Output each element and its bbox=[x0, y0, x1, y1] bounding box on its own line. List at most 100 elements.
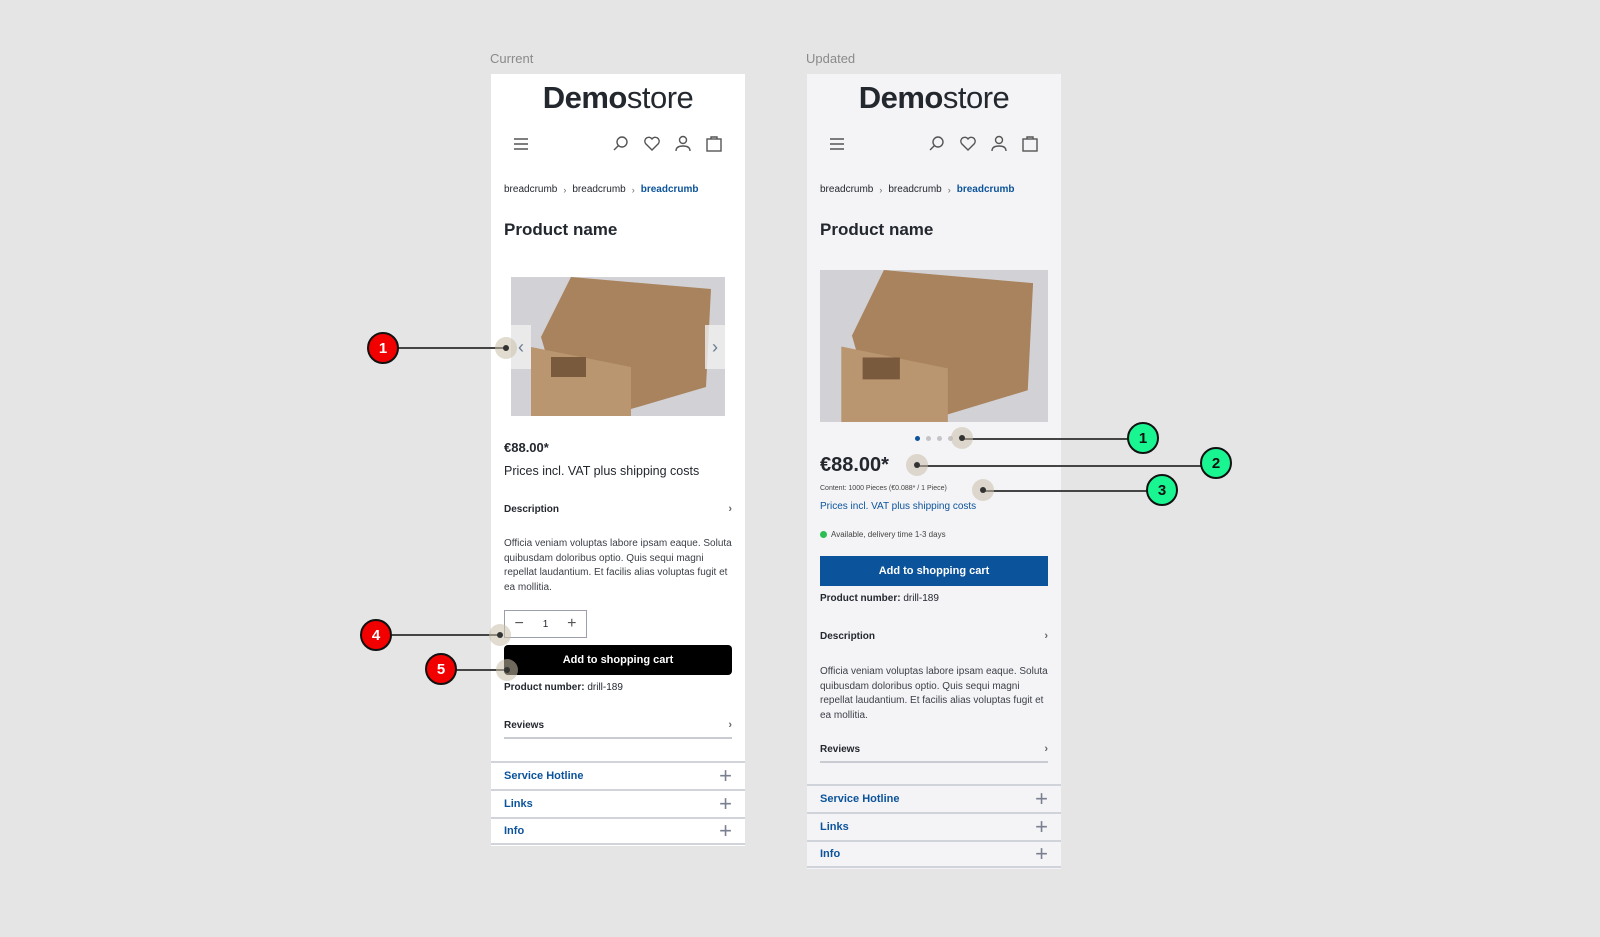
plus-icon: + bbox=[1035, 786, 1048, 811]
gallery-dot-active[interactable] bbox=[915, 436, 920, 441]
updated-mockup: Demostore breadcrumb › breadcrumb › breadc… bbox=[807, 74, 1061, 869]
logo-bold: Demo bbox=[542, 80, 628, 115]
menu-icon[interactable] bbox=[827, 134, 847, 154]
breadcrumb-item[interactable]: breadcrumb bbox=[888, 184, 941, 195]
breadcrumb-item[interactable]: breadcrumb bbox=[820, 184, 873, 195]
description-text: Officia veniam voluptas labore ipsam eaq… bbox=[820, 666, 1048, 721]
description-text: Officia veniam voluptas labore ipsam eaq… bbox=[504, 538, 732, 593]
callout-current-4: 4 bbox=[360, 619, 392, 651]
plus-icon: + bbox=[719, 763, 732, 788]
footer-info[interactable]: Info + bbox=[491, 817, 745, 845]
paper-bag-image bbox=[511, 277, 725, 416]
breadcrumb-item-active[interactable]: breadcrumb bbox=[641, 184, 699, 195]
callout-line bbox=[392, 634, 500, 636]
chevron-right-icon: › bbox=[1044, 743, 1048, 755]
chevron-right-icon: › bbox=[947, 184, 951, 195]
footer-label: Info bbox=[820, 848, 841, 860]
logo-light: store bbox=[942, 80, 1010, 115]
user-icon[interactable] bbox=[989, 134, 1009, 154]
product-number-value: drill-189 bbox=[903, 593, 939, 604]
menu-icon[interactable] bbox=[511, 134, 531, 154]
breadcrumb: breadcrumb › breadcrumb › breadcrumb bbox=[807, 184, 1061, 195]
footer-label: Service Hotline bbox=[504, 770, 584, 782]
current-mockup: Demostore breadcrumb › breadcrumb › breadc… bbox=[491, 74, 745, 846]
minus-icon[interactable]: − bbox=[514, 615, 523, 633]
breadcrumb: breadcrumb › breadcrumb › breadcrumb bbox=[491, 184, 745, 195]
description-label: Description bbox=[504, 503, 560, 515]
breadcrumb-item[interactable]: breadcrumb bbox=[504, 184, 557, 195]
add-to-cart-button[interactable]: Add to shopping cart bbox=[820, 556, 1048, 586]
quantity-value[interactable]: 1 bbox=[543, 619, 549, 630]
footer-label: Links bbox=[820, 821, 849, 833]
store-logo[interactable]: Demostore bbox=[491, 80, 745, 116]
reviews-label: Reviews bbox=[504, 719, 545, 731]
gallery-dot[interactable] bbox=[937, 436, 942, 441]
product-number-label: Product number: bbox=[504, 682, 585, 693]
store-logo[interactable]: Demostore bbox=[807, 80, 1061, 116]
callout-updated-3: 3 bbox=[1146, 474, 1178, 506]
callout-current-1: 1 bbox=[367, 332, 399, 364]
breadcrumb-item[interactable]: breadcrumb bbox=[572, 184, 625, 195]
callout-current-5: 5 bbox=[425, 653, 457, 685]
chevron-right-icon: › bbox=[712, 336, 718, 357]
product-number: Product number: drill-189 bbox=[820, 593, 1048, 604]
logo-light: store bbox=[626, 80, 694, 115]
gallery-dot[interactable] bbox=[926, 436, 931, 441]
chevron-right-icon: › bbox=[563, 184, 567, 195]
plus-icon: + bbox=[719, 791, 732, 816]
breadcrumb-item-active[interactable]: breadcrumb bbox=[957, 184, 1015, 195]
plus-icon: + bbox=[1035, 814, 1048, 839]
vat-note[interactable]: Prices incl. VAT plus shipping costs bbox=[820, 501, 1048, 512]
footer-service-hotline[interactable]: Service Hotline + bbox=[807, 784, 1061, 812]
footer-label: Links bbox=[504, 798, 533, 810]
paper-bag-image bbox=[820, 270, 1048, 422]
frame-label-current: Current bbox=[490, 51, 534, 66]
callout-anchor bbox=[906, 454, 928, 476]
description-label: Description bbox=[820, 630, 876, 642]
product-number-label: Product number: bbox=[820, 593, 901, 604]
availability: Available, delivery time 1-3 days bbox=[820, 530, 1048, 539]
footer-service-hotline[interactable]: Service Hotline + bbox=[491, 761, 745, 789]
reviews-toggle[interactable]: Reviews › bbox=[504, 719, 732, 731]
callout-anchor bbox=[495, 337, 517, 359]
description-toggle[interactable]: Description › bbox=[504, 503, 732, 515]
heart-icon[interactable] bbox=[642, 134, 662, 154]
search-icon[interactable] bbox=[611, 134, 631, 154]
chevron-left-icon: ‹ bbox=[518, 336, 524, 357]
bag-icon[interactable] bbox=[704, 134, 724, 154]
footer-links[interactable]: Links + bbox=[491, 789, 745, 817]
footer-info[interactable]: Info + bbox=[807, 840, 1061, 868]
search-icon[interactable] bbox=[927, 134, 947, 154]
divider bbox=[504, 737, 732, 739]
callout-line bbox=[917, 465, 1202, 467]
add-to-cart-button[interactable]: Add to shopping cart bbox=[504, 645, 732, 675]
product-price: €88.00* bbox=[504, 440, 549, 455]
callout-line bbox=[398, 347, 506, 349]
vat-note[interactable]: Prices incl. VAT plus shipping costs bbox=[504, 464, 732, 478]
footer-links[interactable]: Links + bbox=[807, 812, 1061, 840]
chevron-right-icon: › bbox=[631, 184, 635, 195]
footer-label: Info bbox=[504, 825, 525, 837]
bag-icon[interactable] bbox=[1020, 134, 1040, 154]
plus-icon: + bbox=[719, 818, 732, 843]
callout-line bbox=[962, 438, 1128, 440]
heart-icon[interactable] bbox=[958, 134, 978, 154]
user-icon[interactable] bbox=[673, 134, 693, 154]
product-title: Product name bbox=[504, 220, 618, 239]
footer-label: Service Hotline bbox=[820, 793, 900, 805]
chevron-right-icon: › bbox=[879, 184, 883, 195]
quantity-stepper[interactable]: − 1 + bbox=[504, 610, 587, 638]
divider bbox=[820, 761, 1048, 763]
plus-icon[interactable]: + bbox=[567, 615, 576, 633]
product-number: Product number: drill-189 bbox=[504, 682, 732, 693]
callout-updated-1: 1 bbox=[1127, 422, 1159, 454]
gallery-next-button[interactable]: › bbox=[705, 325, 725, 369]
reviews-toggle[interactable]: Reviews › bbox=[820, 743, 1048, 755]
logo-bold: Demo bbox=[858, 80, 944, 115]
product-title: Product name bbox=[820, 220, 934, 239]
plus-icon: + bbox=[1035, 841, 1048, 866]
description-toggle[interactable]: Description › bbox=[820, 630, 1048, 642]
callout-anchor bbox=[489, 624, 511, 646]
chevron-right-icon: › bbox=[728, 503, 732, 515]
product-image: ‹ › bbox=[511, 277, 725, 416]
